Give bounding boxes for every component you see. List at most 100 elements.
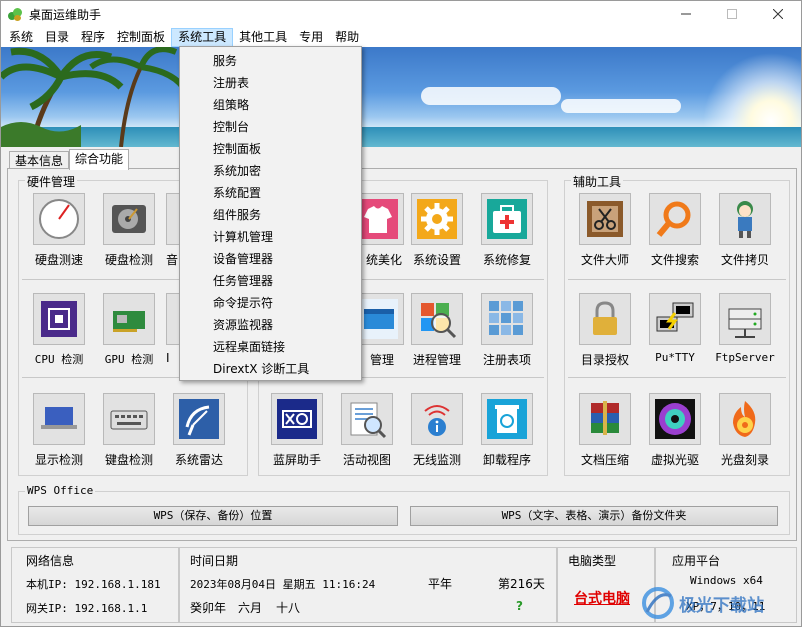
tile-display-check[interactable]: 显示检测 <box>26 393 92 468</box>
lock-icon <box>579 293 631 345</box>
document-magnifier-icon <box>341 393 393 445</box>
menu-system-tools[interactable]: 系统工具 <box>171 27 234 47</box>
menu-bar: 系统 目录 程序 控制面板 系统工具 其他工具 专用 帮助 <box>1 27 801 47</box>
bsod-icon <box>271 393 323 445</box>
wps-backup-folder-button[interactable]: WPS（文字、表格、演示）备份文件夹 <box>410 506 778 526</box>
tile-label: 活动视图 <box>342 453 391 467</box>
tile-bsod-helper[interactable]: 蓝屏助手 <box>264 393 330 468</box>
search-icon <box>649 193 701 245</box>
server-icon <box>719 293 771 345</box>
datetime-label: 时间日期 <box>190 554 239 568</box>
app-window: 桌面运维助手 系统 目录 程序 控制面板 系统工具 其他工具 专用 帮助 基本信… <box>0 0 802 627</box>
network-info-label: 网络信息 <box>26 554 75 568</box>
tile-uninstall[interactable]: 卸载程序 <box>474 393 540 468</box>
palm-trees-illustration <box>1 47 189 147</box>
tile-keyboard-check[interactable]: 键盘检测 <box>96 393 162 468</box>
wireless-info-icon <box>411 393 463 445</box>
menu-program[interactable]: 程序 <box>75 28 111 47</box>
tile-disc-burn[interactable]: 光盘刻录 <box>712 393 778 468</box>
year-type: 平年 <box>428 577 453 591</box>
tile-registry[interactable]: 注册表项 <box>474 293 540 368</box>
window-title: 桌面运维助手 <box>29 7 102 22</box>
gauge-icon <box>33 193 85 245</box>
scissors-icon <box>579 193 631 245</box>
menu-help[interactable]: 帮助 <box>329 28 365 47</box>
menu-special[interactable]: 专用 <box>293 28 329 47</box>
satellite-dish-icon <box>173 393 225 445</box>
close-button[interactable] <box>755 1 801 27</box>
hardware-group-label: 硬件管理 <box>25 173 78 190</box>
network-info-group: 网络信息 本机IP: 192.168.1.181 网关IP: 192.168.1… <box>11 547 179 623</box>
dd-device-manager[interactable]: 设备管理器 <box>180 248 361 270</box>
dd-group-policy[interactable]: 组策略 <box>180 94 361 116</box>
dd-resource-monitor[interactable]: 资源监视器 <box>180 314 361 336</box>
tile-label: 硬盘测速 <box>34 253 83 267</box>
dd-control-panel[interactable]: 控制面板 <box>180 138 361 160</box>
tab-integrated-functions[interactable]: 综合功能 <box>69 149 130 170</box>
tile-virtual-drive[interactable]: 虚拟光驱 <box>642 393 708 468</box>
menu-directory[interactable]: 目录 <box>39 28 75 47</box>
tile-file-search[interactable]: 文件搜索 <box>642 193 708 268</box>
tile-system-settings[interactable]: 系统设置 <box>404 193 470 268</box>
tile-dir-auth[interactable]: 目录授权 <box>572 293 638 368</box>
menu-other-tools[interactable]: 其他工具 <box>233 28 293 47</box>
tile-label: 目录授权 <box>580 353 629 367</box>
tile-label: 键盘检测 <box>104 453 153 467</box>
minimize-icon <box>681 13 691 15</box>
banner-image <box>1 47 801 147</box>
dd-command-prompt[interactable]: 命令提示符 <box>180 292 361 314</box>
tile-system-radar[interactable]: 系统雷达 <box>166 393 232 468</box>
flame-disc-icon <box>719 393 771 445</box>
tile-putty[interactable]: Pu*TTY <box>642 293 708 364</box>
maximize-icon <box>727 9 737 19</box>
tile-disk-check[interactable]: 硬盘检测 <box>96 193 162 268</box>
menu-system[interactable]: 系统 <box>3 28 39 47</box>
windows-magnifier-icon <box>411 293 463 345</box>
tile-label: 卸载程序 <box>482 453 531 467</box>
dd-registry[interactable]: 注册表 <box>180 72 361 94</box>
tile-label: GPU 检测 <box>104 353 154 366</box>
title-bar: 桌面运维助手 <box>1 1 801 27</box>
help-question-mark[interactable]: ? <box>516 599 523 613</box>
platform-label: 应用平台 <box>672 554 721 568</box>
tile-wireless-monitor[interactable]: 无线监测 <box>404 393 470 468</box>
dd-system-config[interactable]: 系统配置 <box>180 182 361 204</box>
minimize-button[interactable] <box>663 1 709 27</box>
tile-label: 文件大师 <box>580 253 629 267</box>
tile-doc-compress[interactable]: 文档压缩 <box>572 393 638 468</box>
tab-strip: 基本信息 综合功能 <box>9 149 130 170</box>
tile-system-repair[interactable]: 系统修复 <box>474 193 540 268</box>
tile-activity-view[interactable]: 活动视图 <box>334 393 400 468</box>
tile-file-copy[interactable]: 文件拷贝 <box>712 193 778 268</box>
watermark-text: 极光下载站 <box>679 595 764 616</box>
tile-label: 系统设置 <box>412 253 461 267</box>
dd-console[interactable]: 控制台 <box>180 116 361 138</box>
local-ip: 本机IP: 192.168.1.181 <box>26 578 161 591</box>
tile-file-master[interactable]: 文件大师 <box>572 193 638 268</box>
mascot-icon <box>719 193 771 245</box>
tile-label: 文件拷贝 <box>720 253 769 267</box>
dd-remote-desktop[interactable]: 远程桌面链接 <box>180 336 361 358</box>
menu-control-panel[interactable]: 控制面板 <box>111 28 171 47</box>
lunar-year: 癸卯年 <box>190 601 227 615</box>
close-icon <box>773 9 783 19</box>
tile-label: Pu*TTY <box>655 351 695 364</box>
dd-services[interactable]: 服务 <box>180 50 361 72</box>
tile-label: 文件搜索 <box>650 253 699 267</box>
tile-process-manage[interactable]: 进程管理 <box>404 293 470 368</box>
first-aid-kit-icon <box>481 193 533 245</box>
tile-gpu-check[interactable]: GPU 检测 <box>96 293 162 367</box>
dd-computer-management[interactable]: 计算机管理 <box>180 226 361 248</box>
dd-system-encrypt[interactable]: 系统加密 <box>180 160 361 182</box>
wps-save-location-button[interactable]: WPS（保存、备份）位置 <box>28 506 398 526</box>
gpu-card-icon <box>103 293 155 345</box>
tile-label: 注册表项 <box>482 353 531 367</box>
tile-ftp-server[interactable]: FtpServer <box>712 293 778 364</box>
dd-directx-diag[interactable]: DirextX 诊断工具 <box>180 358 361 380</box>
tile-disk-speed[interactable]: 硬盘测速 <box>26 193 92 268</box>
maximize-button[interactable] <box>709 1 755 27</box>
pc-type-label: 电脑类型 <box>568 554 617 568</box>
dd-task-manager[interactable]: 任务管理器 <box>180 270 361 292</box>
tile-cpu-check[interactable]: CPU 检测 <box>26 293 92 367</box>
dd-component-services[interactable]: 组件服务 <box>180 204 361 226</box>
